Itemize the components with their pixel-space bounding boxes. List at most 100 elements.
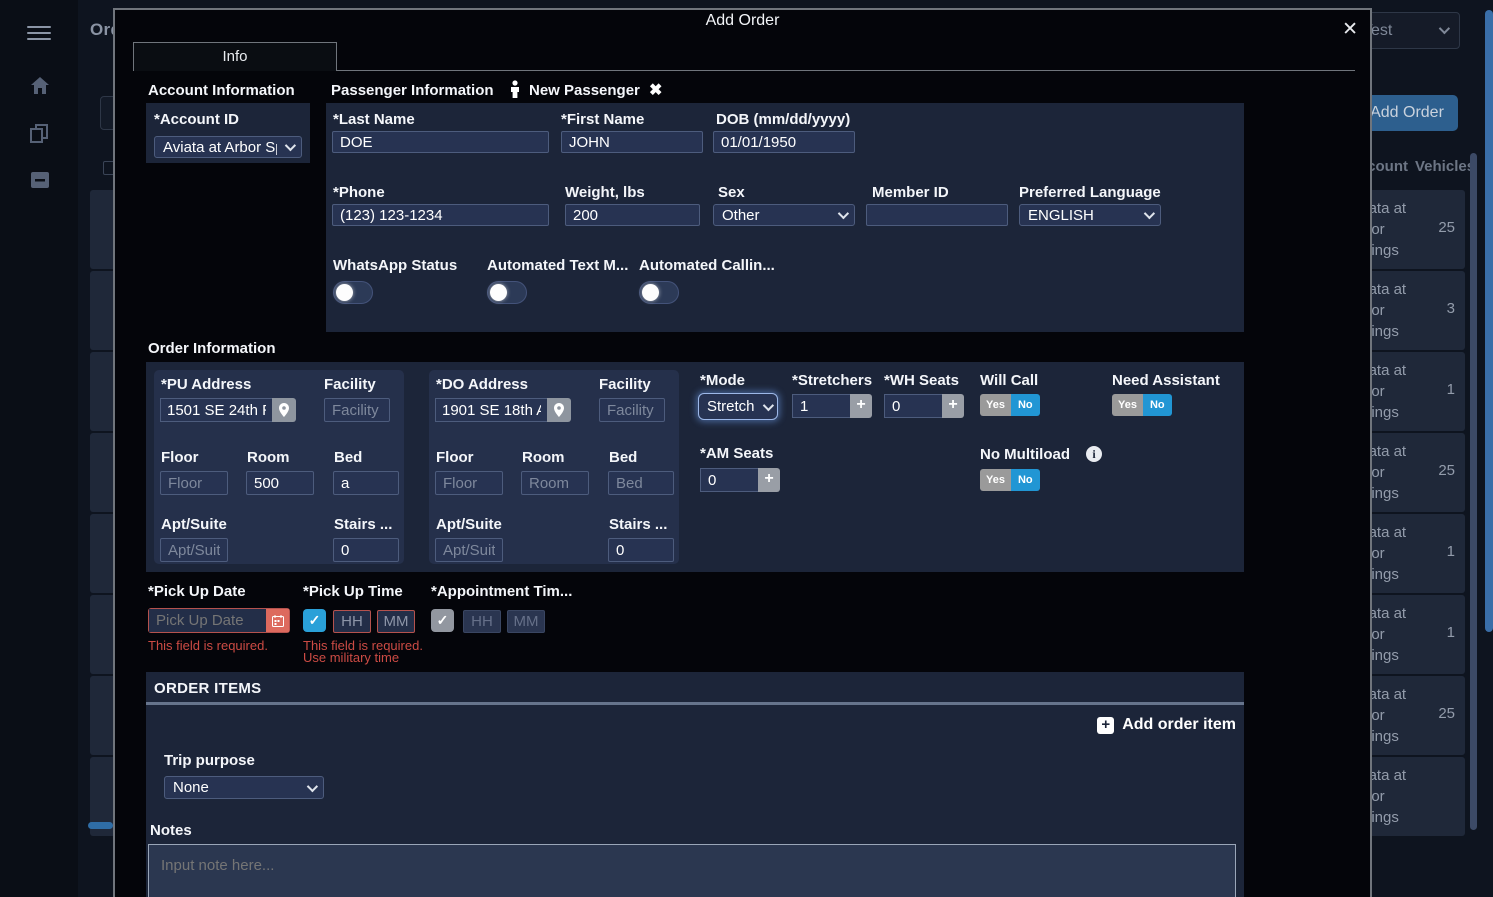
do-stairs-label: Stairs ... [609,516,668,533]
pickup-date-label: *Pick Up Date [148,583,246,600]
table-vertical-scrollbar[interactable] [1470,153,1477,830]
need-assistant-label: Need Assistant [1112,372,1220,389]
notes-textarea[interactable] [148,844,1236,897]
automated-calling-toggle[interactable] [639,281,679,304]
preferred-language-value: ENGLISH [1028,206,1094,224]
chevron-down-icon [837,207,850,220]
pu-stairs-field[interactable] [333,538,399,562]
weight-field[interactable] [565,204,700,226]
info-icon[interactable]: i [1086,446,1102,462]
archive-icon[interactable] [31,172,49,188]
chevron-down-icon [284,139,297,152]
order-information-heading: Order Information [148,340,276,357]
first-name-field[interactable] [561,131,703,153]
appointment-hh-field[interactable] [463,610,501,633]
do-apt-field[interactable] [435,538,503,562]
map-pin-button[interactable] [547,398,571,422]
weight-label: Weight, lbs [565,184,645,201]
account-information-heading: Account Information [148,82,295,99]
no-multiload-label: No Multiload [980,446,1070,463]
account-panel: *Account ID Aviata at Arbor Sp [146,103,310,163]
pickup-time-checkbox[interactable]: ✓ [303,609,326,632]
automated-calling-label: Automated Callin... [639,257,775,274]
clear-passenger-icon[interactable]: ✖ [649,80,662,100]
do-bed-field[interactable] [608,471,674,495]
notes-label: Notes [150,822,192,839]
phone-label: *Phone [333,184,385,201]
do-room-field[interactable] [521,471,589,495]
sidebar [0,0,78,897]
account-id-select[interactable]: Aviata at Arbor Sp [154,136,302,158]
add-order-item-button[interactable]: + Add order item [1097,716,1236,734]
sex-select[interactable]: Other [713,204,855,226]
plus-button[interactable]: + [942,394,964,418]
vehicles-cell: 25 [1438,219,1455,236]
appointment-mm-field[interactable] [507,610,545,633]
no-multiload-no-button[interactable]: No [1010,469,1040,491]
page-scrollbar[interactable] [1485,10,1493,632]
hamburger-menu-icon[interactable] [27,22,51,44]
do-stairs-field[interactable] [608,538,674,562]
pickup-time-mm-field[interactable] [377,610,415,633]
preferred-language-select[interactable]: ENGLISH [1019,204,1161,226]
first-name-label: *First Name [561,111,645,128]
pu-floor-label: Floor [161,449,199,466]
stretchers-field[interactable] [792,394,850,418]
last-name-label: *Last Name [333,111,415,128]
need-assistant-yes-button[interactable]: Yes [1112,394,1143,416]
automated-text-toggle[interactable] [487,281,527,304]
copy-pages-icon[interactable] [30,124,49,143]
do-floor-field[interactable] [435,471,503,495]
do-address-field[interactable] [435,398,547,422]
plus-button[interactable]: + [758,468,780,492]
tab-info[interactable]: Info [133,42,337,71]
pu-bed-field[interactable] [333,471,399,495]
pu-apt-field[interactable] [160,538,228,562]
plus-button[interactable]: + [850,394,872,418]
no-multiload-yes-button[interactable]: Yes [980,469,1011,491]
wh-seats-field[interactable] [884,394,942,418]
whatsapp-status-label: WhatsApp Status [333,257,458,274]
am-seats-field[interactable] [700,468,758,492]
new-passenger-button[interactable]: New Passenger [529,82,640,99]
order-items-divider [146,702,1244,705]
last-name-field[interactable] [332,131,549,153]
phone-field[interactable] [332,204,549,226]
pu-bed-label: Bed [334,449,363,466]
do-address-label: *DO Address [436,376,528,393]
will-call-yes-button[interactable]: Yes [980,394,1011,416]
mode-select[interactable]: Stretch [698,393,778,420]
pickup-date-field[interactable] [149,609,266,632]
pu-room-field[interactable] [246,471,314,495]
wh-seats-stepper: + [884,394,964,418]
will-call-no-button[interactable]: No [1010,394,1040,416]
order-panel: *PU Address Facility Floor Room Bed Apt/… [146,362,1244,572]
home-icon[interactable] [31,77,49,94]
table-horizontal-scrollbar[interactable] [88,822,113,829]
calendar-button[interactable] [266,609,289,632]
order-items-heading: ORDER ITEMS [154,680,262,697]
toggle-knob [490,284,507,301]
trip-purpose-value: None [173,779,209,796]
table-header-vehicles: Vehicles [1415,158,1475,175]
pu-address-label: *PU Address [161,376,252,393]
map-pin-icon [279,403,289,417]
pu-floor-field[interactable] [160,471,228,495]
do-bed-label: Bed [609,449,638,466]
pu-facility-field[interactable] [324,398,390,422]
dob-field[interactable] [713,131,855,153]
member-id-field[interactable] [866,204,1008,226]
app-screen: Orders Test Add Order Account Vehicles A… [0,0,1493,897]
appointment-time-checkbox[interactable]: ✓ [431,609,454,632]
pu-address-field[interactable] [160,398,272,422]
do-facility-field[interactable] [599,398,665,422]
close-icon[interactable]: ✕ [1342,18,1358,41]
trip-purpose-select[interactable]: None [164,776,324,799]
stretchers-label: *Stretchers [792,372,873,389]
automated-text-label: Automated Text M... [487,257,629,274]
pickup-time-hh-field[interactable] [333,610,371,633]
whatsapp-status-toggle[interactable] [333,281,373,304]
need-assistant-no-button[interactable]: No [1142,394,1172,416]
map-pin-button[interactable] [272,398,296,422]
modal-title: Add Order [705,12,780,29]
